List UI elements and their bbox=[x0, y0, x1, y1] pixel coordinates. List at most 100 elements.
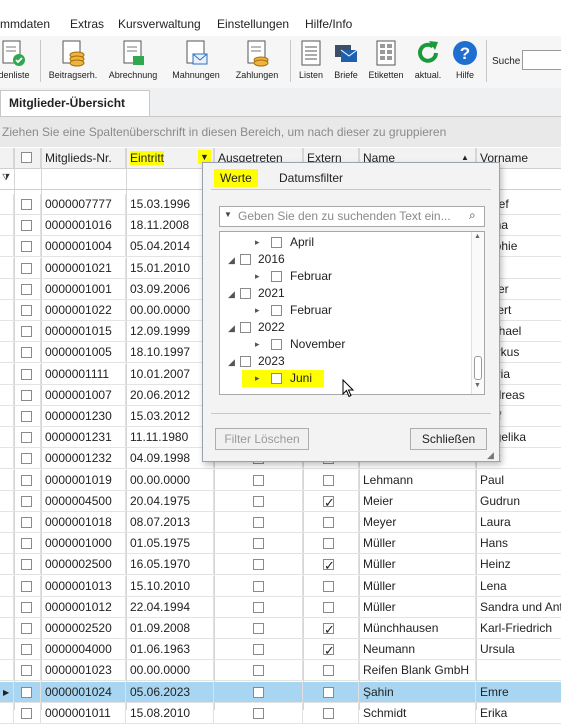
extern-checkbox[interactable] bbox=[323, 640, 335, 660]
tree-item[interactable]: ◢ 2016 bbox=[226, 251, 285, 268]
cell-mitglieds-nr[interactable]: 0000004500 bbox=[41, 490, 126, 512]
cell-mitglieds-nr[interactable]: 0000001015 bbox=[41, 321, 126, 343]
extern-checkbox[interactable] bbox=[323, 555, 335, 575]
row-select-checkbox[interactable] bbox=[21, 411, 32, 422]
tab-werte[interactable]: Werte bbox=[214, 169, 258, 187]
tree-item[interactable]: ▸ Februar bbox=[242, 302, 332, 319]
cell-vorname[interactable]: Karl-Friedrich bbox=[476, 618, 561, 639]
cell-eintritt[interactable]: 20.04.1975 bbox=[126, 490, 214, 512]
cell-mitglieds-nr[interactable]: 0000001013 bbox=[41, 575, 126, 597]
cell-mitglieds-nr[interactable]: 0000001011 bbox=[41, 702, 126, 724]
refresh-button[interactable]: aktual. bbox=[411, 39, 445, 87]
collapse-arrow-icon[interactable]: ◢ bbox=[228, 354, 235, 371]
expand-arrow-icon[interactable]: ▸ bbox=[255, 336, 260, 353]
ausgetreten-checkbox[interactable] bbox=[253, 580, 264, 592]
cell-vorname[interactable]: Emre bbox=[476, 682, 561, 703]
tree-item-checkbox[interactable] bbox=[240, 288, 251, 299]
cell-eintritt[interactable]: 08.07.2013 bbox=[126, 512, 214, 533]
cell-eintritt[interactable]: 01.05.1975 bbox=[126, 533, 214, 555]
row-select-checkbox[interactable] bbox=[21, 283, 32, 295]
resize-grip-icon[interactable]: ◢ bbox=[487, 450, 494, 461]
collapse-arrow-icon[interactable]: ◢ bbox=[228, 320, 235, 337]
cell-mitglieds-nr[interactable]: 0000002500 bbox=[41, 554, 126, 576]
cell-eintritt[interactable]: 15.08.2010 bbox=[126, 702, 214, 724]
menu-stammdaten[interactable]: mmdaten bbox=[0, 17, 50, 31]
expand-arrow-icon[interactable]: ▸ bbox=[255, 370, 260, 387]
extern-checkbox[interactable] bbox=[323, 580, 334, 592]
group-by-panel[interactable]: Ziehen Sie eine Spaltenüberschrift in di… bbox=[0, 117, 561, 147]
row-select-checkbox[interactable] bbox=[21, 601, 32, 613]
clear-filter-button[interactable]: Filter Löschen bbox=[215, 428, 309, 450]
cell-mitglieds-nr[interactable]: 0000001001 bbox=[41, 278, 126, 300]
filter-search-input[interactable]: Geben Sie den zu suchenden Text ein... bbox=[219, 206, 485, 227]
cell-eintritt[interactable]: 01.06.1963 bbox=[126, 639, 214, 661]
row-select-checkbox[interactable] bbox=[21, 580, 32, 592]
cell-vorname[interactable]: Paul bbox=[476, 470, 561, 491]
tab-datumsfilter[interactable]: Datumsfilter bbox=[273, 169, 349, 187]
row-select-checkbox[interactable] bbox=[21, 262, 32, 274]
cell-eintritt[interactable]: 10.01.2007 bbox=[126, 363, 214, 385]
table-row[interactable]: 000000250016.05.1970 MüllerHeinz bbox=[0, 554, 561, 576]
menu-kursverwaltung[interactable]: Kursverwaltung bbox=[118, 17, 201, 31]
cell-eintritt[interactable]: 01.09.2008 bbox=[126, 618, 214, 639]
table-row[interactable]: 0000001018 08.07.2013 Meyer Laura bbox=[0, 512, 561, 533]
cell-eintritt[interactable]: 04.09.1998 bbox=[126, 448, 214, 470]
reminders-button[interactable]: Mahnungen bbox=[167, 39, 225, 87]
row-select-checkbox[interactable] bbox=[21, 495, 32, 507]
cell-mitglieds-nr[interactable]: 0000001022 bbox=[41, 300, 126, 321]
cell-vorname[interactable]: Gudrun bbox=[476, 491, 561, 512]
ausgetreten-checkbox[interactable] bbox=[253, 601, 264, 613]
extern-checkbox[interactable] bbox=[323, 601, 334, 613]
cell-mitglieds-nr[interactable]: 0000002520 bbox=[41, 618, 126, 639]
expand-arrow-icon[interactable]: ▸ bbox=[255, 234, 260, 251]
cell-vorname[interactable]: Lena bbox=[476, 576, 561, 597]
tree-item-checkbox[interactable] bbox=[271, 373, 282, 384]
row-select-checkbox[interactable] bbox=[21, 665, 32, 677]
cell-eintritt[interactable]: 12.09.1999 bbox=[126, 321, 214, 343]
cell-mitglieds-nr[interactable]: 0000001232 bbox=[41, 448, 126, 470]
table-row[interactable]: 0000001013 15.10.2010 Müller Lena bbox=[0, 575, 561, 597]
menu-hilfe[interactable]: Hilfe/Info bbox=[305, 17, 352, 31]
tree-item[interactable]: ▸ Februar bbox=[242, 268, 332, 285]
cell-mitglieds-nr[interactable]: 0000001231 bbox=[41, 427, 126, 449]
cell-mitglieds-nr[interactable]: 0000001024 bbox=[41, 681, 126, 703]
labels-button[interactable]: Etiketten bbox=[366, 39, 406, 87]
table-row[interactable]: 0000001000 01.05.1975 Müller Hans bbox=[0, 533, 561, 555]
ausgetreten-checkbox[interactable] bbox=[253, 474, 264, 486]
row-select-checkbox[interactable] bbox=[21, 326, 32, 338]
row-select-checkbox[interactable] bbox=[21, 623, 32, 634]
contribution-button[interactable]: Beitragserh. bbox=[45, 39, 101, 87]
row-select-checkbox[interactable] bbox=[21, 241, 32, 253]
extern-checkbox[interactable] bbox=[323, 707, 334, 719]
scroll-up-icon[interactable]: ▲ bbox=[474, 233, 481, 240]
cell-eintritt[interactable]: 22.04.1994 bbox=[126, 596, 214, 618]
cell-eintritt[interactable]: 15.03.2012 bbox=[126, 406, 214, 427]
row-select-checkbox[interactable] bbox=[21, 347, 32, 359]
cell-eintritt[interactable]: 18.10.1997 bbox=[126, 342, 214, 364]
tree-item[interactable]: ◢ 2022 bbox=[226, 319, 285, 337]
tree-item[interactable]: ◢ 2023 bbox=[226, 353, 285, 371]
cell-name[interactable]: Schmidt bbox=[359, 702, 476, 724]
extern-checkbox[interactable] bbox=[323, 619, 335, 639]
cell-eintritt[interactable]: 00.00.0000 bbox=[126, 300, 214, 321]
collapse-arrow-icon[interactable]: ◢ bbox=[228, 286, 235, 303]
row-select-checkbox[interactable] bbox=[21, 389, 32, 401]
expand-arrow-icon[interactable]: ▸ bbox=[255, 302, 260, 319]
cell-eintritt[interactable]: 18.11.2008 bbox=[126, 215, 214, 237]
extern-checkbox[interactable] bbox=[323, 492, 335, 512]
ausgetreten-checkbox[interactable] bbox=[253, 665, 264, 677]
cell-eintritt[interactable]: 00.00.0000 bbox=[126, 660, 214, 682]
cell-mitglieds-nr[interactable]: 0000004000 bbox=[41, 639, 126, 661]
row-select-checkbox[interactable] bbox=[21, 517, 32, 528]
tree-item[interactable]: ◢ 2021 bbox=[226, 285, 285, 303]
tree-item-checkbox[interactable] bbox=[271, 305, 282, 316]
cell-name[interactable]: Meier bbox=[359, 490, 476, 512]
cell-mitglieds-nr[interactable]: 0000001016 bbox=[41, 215, 126, 237]
expand-arrow-icon[interactable]: ▸ bbox=[255, 268, 260, 285]
ausgetreten-checkbox[interactable] bbox=[253, 644, 264, 656]
cell-name[interactable]: Müller bbox=[359, 554, 476, 576]
cell-mitglieds-nr[interactable]: 0000001004 bbox=[41, 236, 126, 258]
member-list-button[interactable]: denliste bbox=[0, 39, 32, 87]
cell-vorname[interactable]: Erika bbox=[476, 703, 561, 724]
table-row[interactable]: 0000001011 15.08.2010 Schmidt Erika bbox=[0, 702, 561, 724]
